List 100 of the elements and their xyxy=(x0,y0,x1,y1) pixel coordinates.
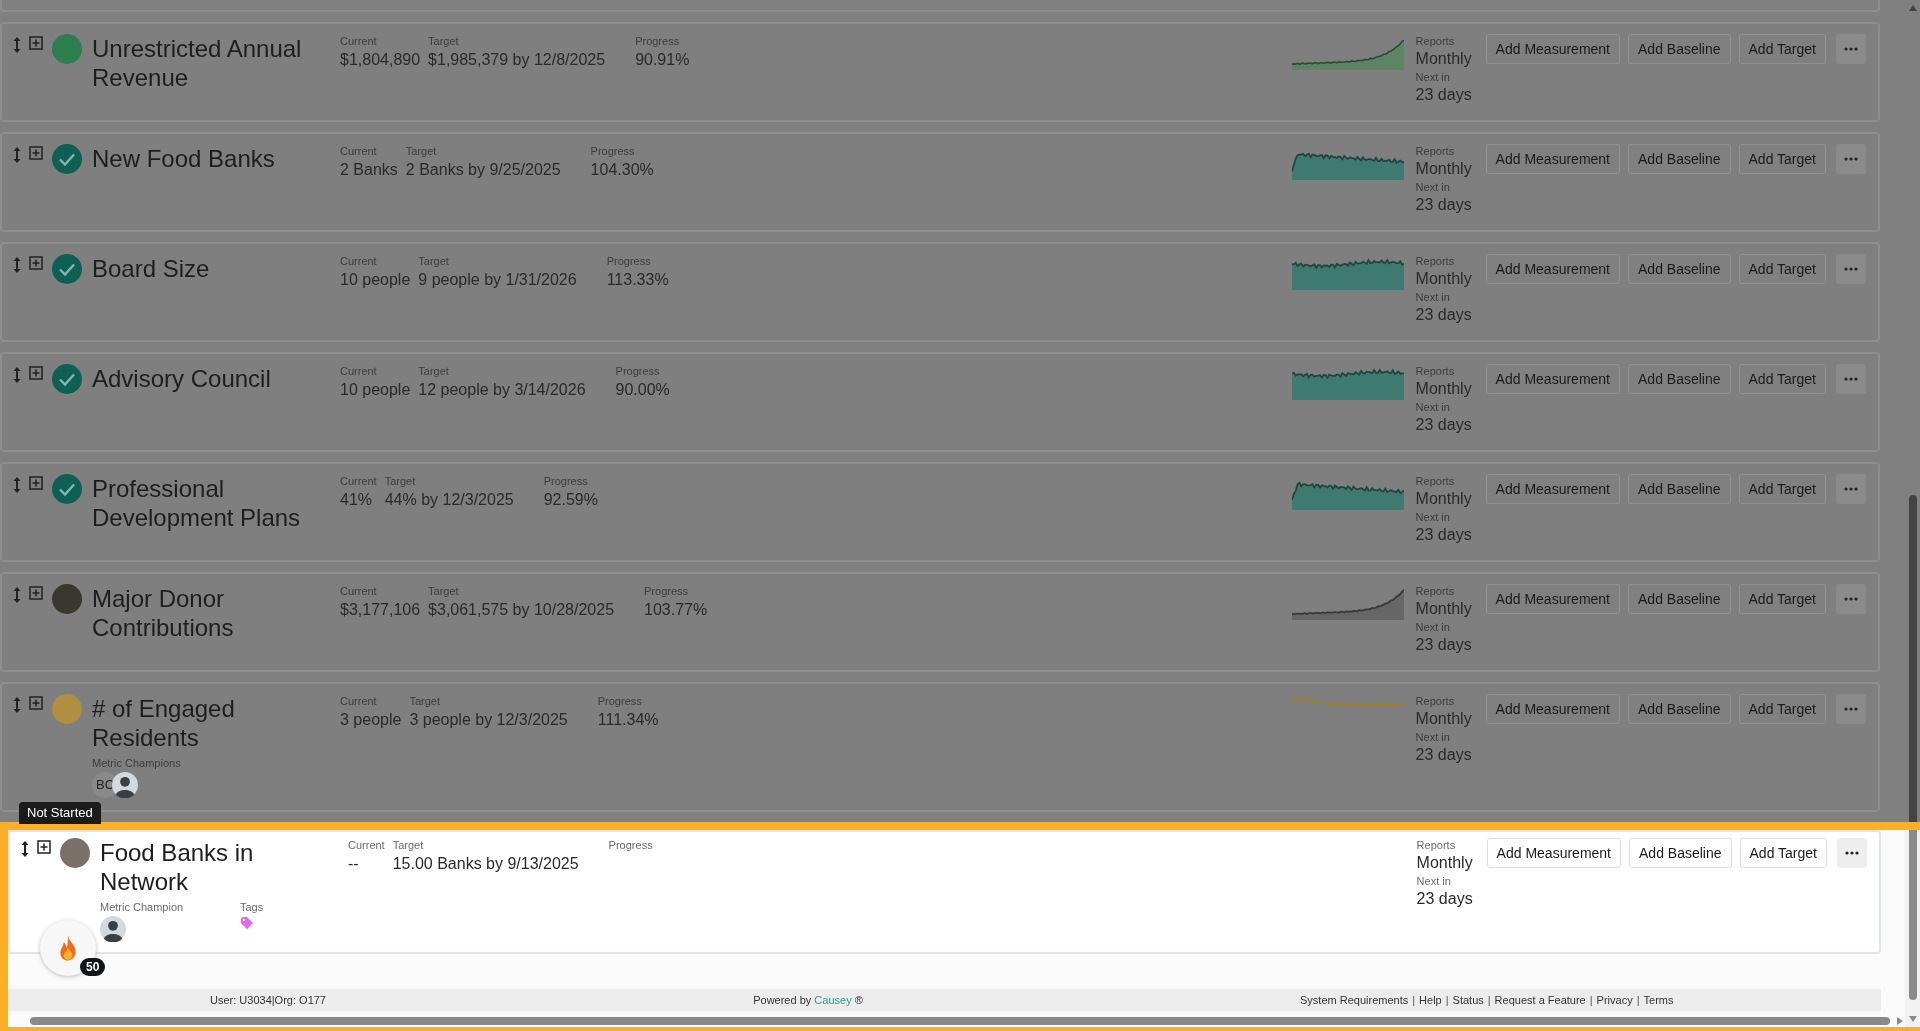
separator: | xyxy=(1445,994,1449,1006)
frequency-value: Monthly xyxy=(1415,159,1473,179)
action-button[interactable]: Add Measurement xyxy=(1485,34,1620,64)
metric-value: 41% xyxy=(340,490,374,510)
scrollbar-thumb[interactable] xyxy=(30,1017,1890,1025)
ellipsis-icon xyxy=(1844,47,1858,51)
next-value: 23 days xyxy=(1415,745,1473,765)
footer-link[interactable]: Terms xyxy=(1643,994,1674,1006)
footer-link[interactable]: Status xyxy=(1452,994,1484,1006)
metric-label: Target xyxy=(384,474,417,488)
action-button[interactable]: Add Target xyxy=(1738,254,1826,284)
metric-title[interactable]: # of Engaged Residents xyxy=(92,694,337,752)
reports-label: Reports xyxy=(1415,474,1456,488)
action-button[interactable]: Add Baseline xyxy=(1628,584,1731,614)
ellipsis-icon xyxy=(1844,267,1858,271)
metric-title[interactable]: Unrestricted Annual Revenue xyxy=(92,34,337,92)
footer-link[interactable]: Help xyxy=(1419,994,1442,1006)
action-button[interactable]: Add Target xyxy=(1738,694,1826,724)
action-button[interactable]: Add Measurement xyxy=(1486,838,1621,868)
metric-label: Target xyxy=(405,144,438,158)
metric-value: 92.59% xyxy=(543,490,598,510)
action-button[interactable]: Add Baseline xyxy=(1628,34,1731,64)
metric-label: Target xyxy=(428,584,460,598)
metric-title[interactable]: New Food Banks xyxy=(92,144,337,173)
action-button[interactable]: Add Measurement xyxy=(1485,474,1620,504)
frequency-value: Monthly xyxy=(1416,853,1474,873)
streak-count: 50 xyxy=(80,958,106,976)
action-button[interactable]: Add Target xyxy=(1738,34,1826,64)
next-label: Next in xyxy=(1415,730,1451,744)
metric-label: Progress xyxy=(590,144,636,158)
metric-label: Target xyxy=(418,364,450,378)
action-button[interactable]: Add Measurement xyxy=(1485,254,1620,284)
reports-label: Reports xyxy=(1415,364,1456,378)
metric-label: Progress xyxy=(615,364,661,378)
metric-value: $1,985,379 by 12/8/2025 xyxy=(428,50,606,70)
metric-title[interactable]: Professional Development Plans xyxy=(92,474,337,532)
metric-label: Current xyxy=(340,584,378,598)
tags-label: Tags xyxy=(240,900,264,914)
metric-title[interactable]: Board Size xyxy=(92,254,337,283)
reports-label: Reports xyxy=(1415,694,1456,708)
metric-label: Current xyxy=(340,144,378,158)
reports-label: Reports xyxy=(1415,34,1456,48)
action-button[interactable]: Add Baseline xyxy=(1628,144,1731,174)
metric-value: 90.00% xyxy=(615,380,670,400)
metric-label: Progress xyxy=(597,694,643,708)
action-button[interactable]: Add Measurement xyxy=(1485,364,1620,394)
action-button[interactable]: Add Measurement xyxy=(1485,584,1620,614)
action-button[interactable]: Add Baseline xyxy=(1628,254,1731,284)
separator: | xyxy=(1636,994,1640,1006)
metric-label: Target xyxy=(392,838,425,852)
footer-link[interactable]: System Requirements xyxy=(1300,994,1409,1006)
next-label: Next in xyxy=(1415,510,1451,524)
separator: | xyxy=(1412,994,1416,1006)
metric-value: 104.30% xyxy=(590,160,654,180)
next-label: Next in xyxy=(1415,290,1451,304)
tag-icon[interactable] xyxy=(240,916,254,930)
next-value: 23 days xyxy=(1416,889,1474,909)
action-button[interactable]: Add Target xyxy=(1738,144,1826,174)
footer-link[interactable]: Privacy xyxy=(1596,994,1633,1006)
action-button[interactable]: Add Measurement xyxy=(1485,144,1620,174)
action-button[interactable]: Add Baseline xyxy=(1629,838,1732,868)
metric-value: 44% by 12/3/2025 xyxy=(384,490,514,510)
ellipsis-icon xyxy=(1844,377,1858,381)
frequency-value: Monthly xyxy=(1415,709,1473,729)
next-value: 23 days xyxy=(1415,85,1473,105)
expand-icon[interactable] xyxy=(37,840,51,854)
action-button[interactable]: Add Target xyxy=(1738,364,1826,394)
action-button[interactable]: Add Target xyxy=(1739,838,1827,868)
reports-label: Reports xyxy=(1415,584,1456,598)
metric-value: 15.00 Banks by 9/13/2025 xyxy=(392,854,579,874)
action-button[interactable]: Add Target xyxy=(1738,584,1826,614)
more-button[interactable] xyxy=(1837,838,1867,868)
footer-link[interactable]: Request a Feature xyxy=(1494,994,1586,1006)
metric-title[interactable]: Major Donor Contributions xyxy=(92,584,337,642)
metric-title[interactable]: Advisory Council xyxy=(92,364,337,393)
move-icon[interactable] xyxy=(20,840,30,858)
metric-label: Current xyxy=(340,364,378,378)
scrollbar-thumb[interactable] xyxy=(1908,495,1917,822)
brand-link[interactable]: Causey xyxy=(814,994,852,1006)
ellipsis-icon xyxy=(1844,487,1858,491)
action-button[interactable]: Add Target xyxy=(1738,474,1826,504)
powered-by-text: Powered by Causey ® xyxy=(752,994,864,1006)
action-button[interactable]: Add Baseline xyxy=(1628,364,1731,394)
action-button[interactable]: Add Baseline xyxy=(1628,694,1731,724)
avatar xyxy=(100,916,126,942)
next-value: 23 days xyxy=(1415,525,1473,545)
metric-value: 3 people xyxy=(340,710,402,730)
action-button[interactable]: Add Measurement xyxy=(1485,694,1620,724)
metric-label: Target xyxy=(418,254,450,268)
scroll-up-arrow[interactable] xyxy=(1907,4,1918,12)
metric-value: 103.77% xyxy=(644,600,708,620)
scroll-down-arrow[interactable] xyxy=(1907,1015,1918,1023)
metric-value: 10 people xyxy=(340,380,411,400)
separator: | xyxy=(1487,994,1491,1006)
scrollbar-thumb[interactable] xyxy=(1908,830,1917,1000)
next-value: 23 days xyxy=(1415,635,1473,655)
action-button[interactable]: Add Baseline xyxy=(1628,474,1731,504)
scroll-right-arrow[interactable] xyxy=(1896,1016,1904,1026)
metric-value: 10 people xyxy=(340,270,411,290)
metric-title[interactable]: Food Banks in Network xyxy=(100,838,345,896)
